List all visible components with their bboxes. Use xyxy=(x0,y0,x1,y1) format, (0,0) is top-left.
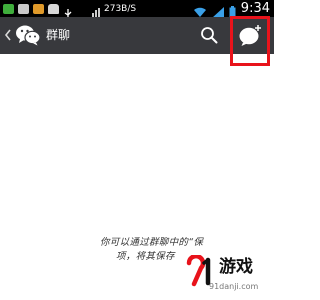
watermark-url: 91danji.com xyxy=(209,282,259,291)
back-arrow-icon[interactable] xyxy=(3,25,13,45)
tab-underline xyxy=(236,70,266,72)
page-title: 群聊 xyxy=(46,28,71,42)
usb-icon xyxy=(63,4,73,19)
net-speed-label: 273B/S xyxy=(104,3,137,14)
clock: 9:34 xyxy=(240,1,270,16)
search-icon[interactable] xyxy=(200,26,218,44)
group-chat-screen: 273B/S 9:34 群聊 你可以通过群聊中的“保 项，将其保存 游戏 91d… xyxy=(0,0,274,300)
cellular-signal-icon xyxy=(211,3,224,18)
status-bar: 273B/S 9:34 xyxy=(0,0,274,19)
network-indicator: 273B/S xyxy=(92,0,136,17)
gallery-icon xyxy=(3,3,14,14)
app-icon xyxy=(33,3,44,14)
hint-line-1: 你可以通过群聊中的“保 xyxy=(100,237,204,248)
watermark: 游戏 91danji.com xyxy=(185,251,271,297)
new-group-chat-icon[interactable] xyxy=(237,23,263,47)
signal-icon xyxy=(92,3,101,17)
watermark-brand: 游戏 xyxy=(219,257,253,277)
app-icon xyxy=(18,3,29,14)
wifi-icon xyxy=(193,3,207,17)
wechat-logo-icon[interactable] xyxy=(15,24,41,46)
notification-icons xyxy=(3,2,73,19)
title-bar: 群聊 xyxy=(0,17,274,72)
bag-icon xyxy=(48,3,59,14)
battery-icon xyxy=(229,3,236,17)
system-indicators: 9:34 xyxy=(193,0,270,18)
